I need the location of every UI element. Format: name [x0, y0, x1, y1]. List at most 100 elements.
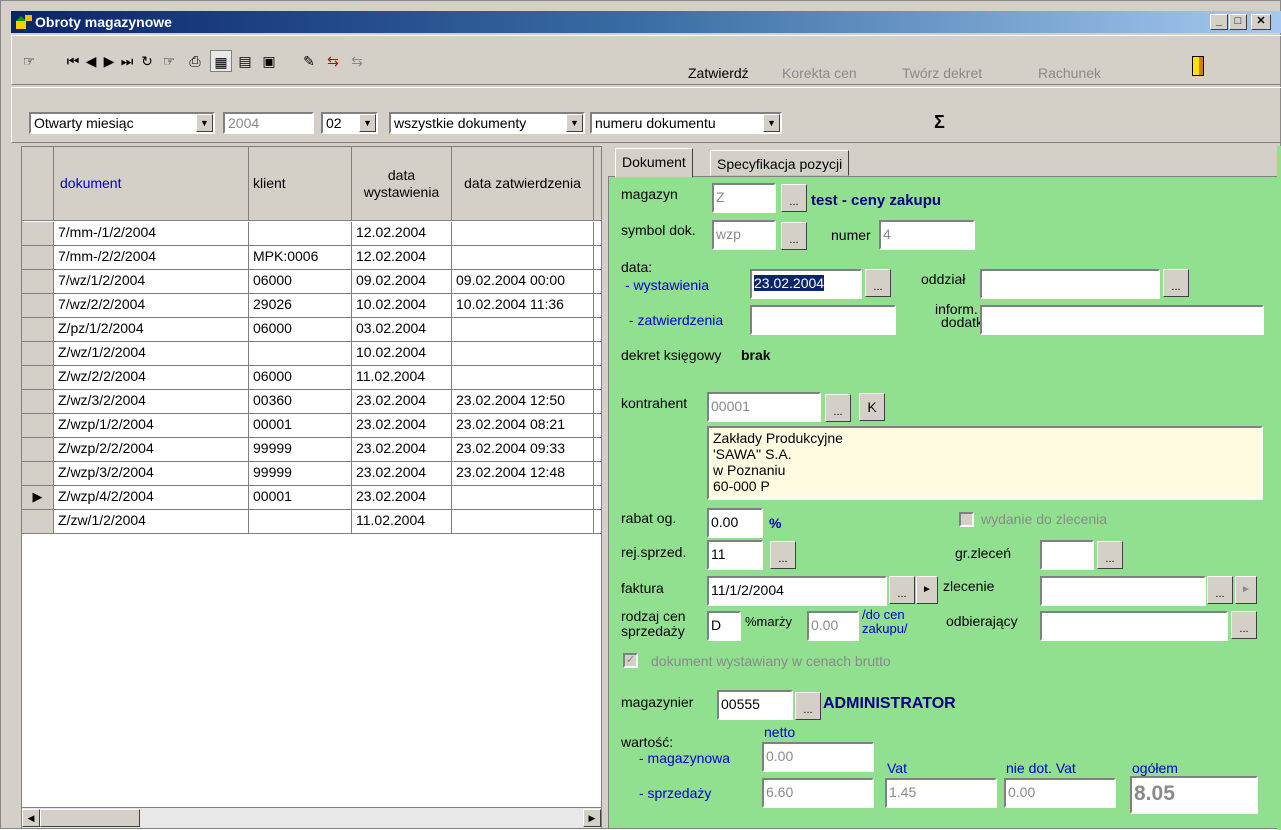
transfer-disabled-icon[interactable]: ⇆ — [346, 50, 368, 72]
row-indicator[interactable] — [22, 246, 54, 270]
cell-zatw[interactable] — [452, 366, 594, 390]
cell-wyst[interactable]: 11.02.2004 — [352, 366, 452, 390]
cell-more[interactable] — [594, 246, 601, 270]
scroll-thumb[interactable] — [40, 809, 140, 827]
marza-field[interactable]: 0.00 — [807, 611, 859, 641]
kontrahent-lookup-button[interactable]: ... — [825, 394, 851, 422]
zlecenie-lookup-button[interactable]: ... — [1207, 576, 1233, 604]
close-button[interactable]: ✕ — [1251, 14, 1271, 30]
cell-wyst[interactable]: 03.02.2004 — [352, 318, 452, 342]
minimize-button[interactable]: _ — [1210, 14, 1228, 30]
kontrahent-k-button[interactable]: K — [859, 393, 885, 421]
cell-zatw[interactable]: 23.02.2004 09:33 — [452, 438, 594, 462]
numer-field[interactable]: 4 — [879, 220, 975, 250]
year-field[interactable]: 2004 — [223, 112, 314, 134]
row-indicator[interactable] — [22, 414, 54, 438]
refresh-icon[interactable]: ↻ — [136, 50, 158, 72]
cell-zatw[interactable]: 09.02.2004 00:00 — [452, 270, 594, 294]
cell-dokument[interactable]: 7/wz/2/2/2004 — [54, 294, 249, 318]
cell-wyst[interactable]: 23.02.2004 — [352, 414, 452, 438]
column-header-data-zatwierdzenia[interactable]: data zatwierdzenia — [452, 147, 594, 221]
table-row[interactable]: ▶ Z/wzp/4/2/2004 00001 23.02.2004 — [22, 486, 601, 510]
scroll-right-icon[interactable]: ▶ — [583, 809, 601, 827]
tab-specyfikacja[interactable]: Specyfikacja pozycji — [710, 150, 850, 176]
column-header-klient[interactable]: klient — [249, 147, 352, 221]
maximize-button[interactable]: □ — [1229, 14, 1247, 30]
row-indicator[interactable] — [22, 462, 54, 486]
cell-wyst[interactable]: 23.02.2004 — [352, 486, 452, 510]
cell-wyst[interactable]: 10.02.2004 — [352, 342, 452, 366]
grzlecen-lookup-button[interactable]: ... — [1097, 541, 1123, 569]
table-row[interactable]: Z/wz/2/2/2004 06000 11.02.2004 — [22, 366, 601, 390]
cell-klient[interactable]: 06000 — [249, 318, 352, 342]
wystawienia-field[interactable]: 23.02.2004 — [750, 269, 862, 299]
cell-wyst[interactable]: 10.02.2004 — [352, 294, 452, 318]
date-picker-button[interactable]: ... — [865, 269, 891, 297]
row-indicator[interactable] — [22, 318, 54, 342]
scroll-left-icon[interactable]: ◀ — [22, 809, 40, 827]
table-row[interactable]: 7/wz/1/2/2004 06000 09.02.2004 09.02.2004 0… — [22, 270, 601, 294]
cell-wyst[interactable]: 23.02.2004 — [352, 390, 452, 414]
cell-more[interactable] — [594, 222, 601, 246]
period-select[interactable]: Otwarty miesiąc ▼ — [29, 112, 215, 134]
symbol-field[interactable]: wzp — [712, 220, 776, 250]
table-row[interactable]: 7/mm-/1/2/2004 12.02.2004 — [22, 222, 601, 246]
cell-wyst[interactable]: 11.02.2004 — [352, 510, 452, 534]
table-row[interactable]: 7/mm-/2/2/2004 MPK:0006 12.02.2004 — [22, 246, 601, 270]
magazynier-lookup-button[interactable]: ... — [795, 692, 821, 720]
cell-more[interactable] — [594, 414, 601, 438]
cell-wyst[interactable]: 12.02.2004 — [352, 222, 452, 246]
doc-type-select[interactable]: wszystkie dokumenty ▼ — [389, 112, 585, 134]
cell-dokument[interactable]: Z/wzp/2/2/2004 — [54, 438, 249, 462]
column-header-more[interactable] — [594, 147, 601, 221]
cell-more[interactable] — [594, 318, 601, 342]
table-row[interactable]: Z/wzp/3/2/2004 99999 23.02.2004 23.02.2004 … — [22, 462, 601, 486]
grzlecen-field[interactable] — [1040, 540, 1094, 570]
cell-dokument[interactable]: Z/wz/1/2/2004 — [54, 342, 249, 366]
exit-door-icon[interactable] — [1192, 56, 1204, 76]
cell-zatw[interactable] — [452, 486, 594, 510]
cell-klient[interactable]: 06000 — [249, 366, 352, 390]
cell-klient[interactable]: 29026 — [249, 294, 352, 318]
row-indicator[interactable] — [22, 342, 54, 366]
row-indicator[interactable] — [22, 390, 54, 414]
table-row[interactable]: Z/wz/1/2/2004 10.02.2004 — [22, 342, 601, 366]
ogolem-field[interactable]: 8.05 — [1130, 776, 1258, 814]
faktura-field[interactable]: 11/1/2/2004 — [707, 576, 887, 606]
cell-klient[interactable]: 00001 — [249, 486, 352, 510]
last-record-icon[interactable]: ⏭ — [116, 50, 138, 72]
zatwierdzenia-field[interactable] — [750, 305, 896, 335]
oddzial-lookup-button[interactable]: ... — [1163, 269, 1189, 297]
cell-more[interactable] — [594, 294, 601, 318]
cell-dokument[interactable]: Z/wzp/4/2/2004 — [54, 486, 249, 510]
table-row[interactable]: Z/wzp/1/2/2004 00001 23.02.2004 23.02.2004 … — [22, 414, 601, 438]
create-decree-link[interactable]: Twórz dekret — [902, 65, 982, 81]
wydanie-checkbox[interactable] — [959, 512, 974, 527]
odbierajacy-field[interactable] — [1040, 611, 1228, 641]
invoice-link[interactable]: Rachunek — [1038, 65, 1101, 81]
cell-dokument[interactable]: Z/pz/1/2/2004 — [54, 318, 249, 342]
row-indicator[interactable] — [22, 270, 54, 294]
view-grid-icon[interactable]: ▦ — [210, 50, 232, 72]
cell-more[interactable] — [594, 438, 601, 462]
zlecenie-goto-icon[interactable]: ► — [1235, 576, 1257, 604]
faktura-goto-icon[interactable]: ► — [916, 576, 938, 604]
row-indicator[interactable] — [22, 294, 54, 318]
inform-field[interactable] — [980, 305, 1264, 335]
zlecenie-field[interactable] — [1040, 576, 1206, 606]
cell-klient[interactable]: 00001 — [249, 414, 352, 438]
row-indicator[interactable] — [22, 366, 54, 390]
vat-field[interactable]: 1.45 — [885, 778, 997, 808]
magazyn-field[interactable]: Z — [712, 183, 776, 213]
cell-more[interactable] — [594, 270, 601, 294]
cell-dokument[interactable]: Z/wzp/3/2/2004 — [54, 462, 249, 486]
brutto-checkbox[interactable]: ✓ — [623, 653, 638, 668]
rabat-field[interactable]: 0.00 — [707, 508, 763, 538]
cell-klient[interactable]: 06000 — [249, 270, 352, 294]
cell-dokument[interactable]: Z/wzp/1/2/2004 — [54, 414, 249, 438]
table-row[interactable]: Z/wzp/2/2/2004 99999 23.02.2004 23.02.2004 … — [22, 438, 601, 462]
cell-dokument[interactable]: Z/wz/2/2/2004 — [54, 366, 249, 390]
oddzial-field[interactable] — [980, 269, 1160, 299]
row-indicator[interactable] — [22, 510, 54, 534]
symbol-lookup-button[interactable]: ... — [781, 222, 807, 250]
